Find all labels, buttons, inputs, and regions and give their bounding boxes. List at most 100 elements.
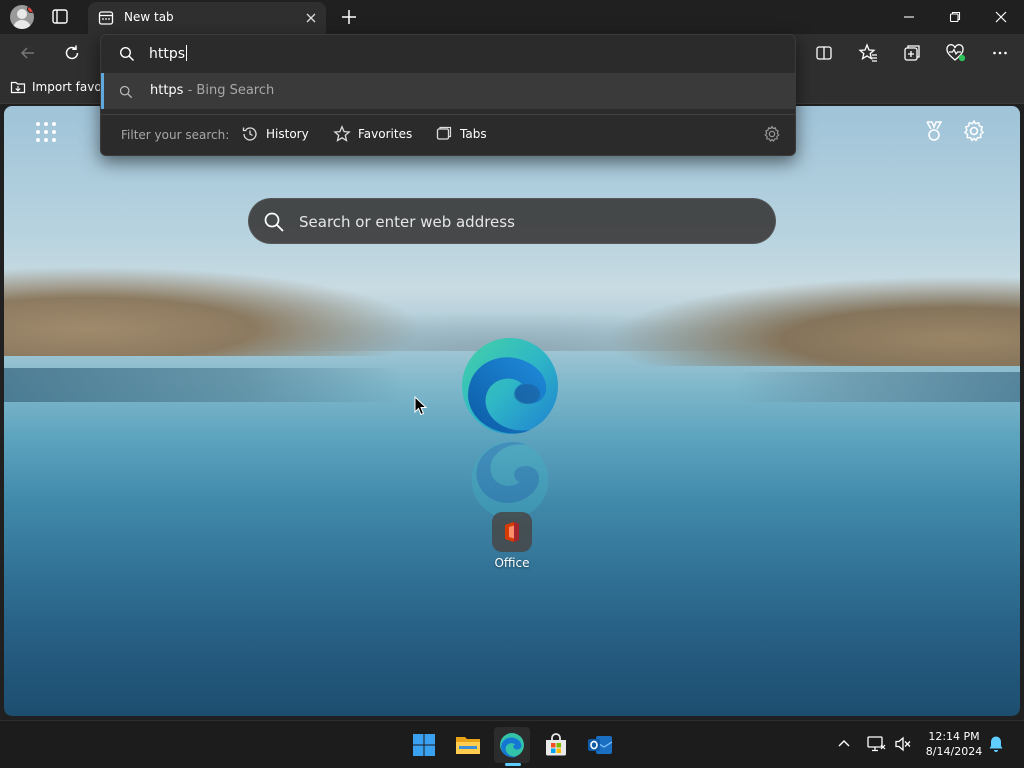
search-filter-row: Filter your search: History Favorites Ta… bbox=[101, 115, 795, 155]
background-hills-left bbox=[4, 266, 424, 356]
mouse-pointer-icon bbox=[414, 396, 428, 416]
notification-bell-icon bbox=[989, 736, 1003, 752]
close-tab-icon[interactable] bbox=[304, 10, 318, 29]
search-filter-settings-button[interactable] bbox=[763, 125, 781, 147]
network-status[interactable] bbox=[866, 735, 886, 757]
search-icon bbox=[119, 46, 135, 66]
restore-button[interactable] bbox=[932, 2, 978, 32]
new-tab-button[interactable] bbox=[338, 6, 360, 28]
filter-history[interactable]: History bbox=[241, 125, 309, 143]
edge-logo-reflection bbox=[471, 441, 549, 519]
favorites-button[interactable] bbox=[856, 42, 880, 64]
search-icon bbox=[119, 84, 133, 103]
settings-and-more-button[interactable] bbox=[988, 42, 1012, 64]
active-app-indicator bbox=[505, 763, 521, 766]
filter-tabs[interactable]: Tabs bbox=[435, 125, 487, 143]
browser-essentials-button[interactable] bbox=[944, 42, 968, 64]
tabs-icon bbox=[436, 126, 452, 140]
plus-icon bbox=[342, 10, 356, 24]
page-search-placeholder: Search or enter web address bbox=[299, 213, 515, 231]
collections-button[interactable] bbox=[900, 42, 924, 64]
suggestion-query: https bbox=[150, 83, 184, 98]
filter-favorites[interactable]: Favorites bbox=[333, 125, 412, 143]
filter-label: Filter your search: bbox=[121, 128, 230, 142]
page-search-box[interactable]: Search or enter web address bbox=[248, 198, 776, 244]
taskbar-file-explorer[interactable] bbox=[450, 727, 486, 763]
gear-icon bbox=[963, 119, 985, 142]
close-window-button[interactable] bbox=[978, 2, 1024, 32]
start-button[interactable] bbox=[406, 727, 442, 763]
back-button[interactable] bbox=[16, 42, 40, 64]
tab-new-tab[interactable]: New tab bbox=[88, 2, 326, 34]
volume-muted-icon bbox=[895, 736, 911, 752]
favorites-star-icon bbox=[858, 43, 877, 62]
clock-time: 12:14 PM bbox=[928, 730, 980, 743]
background-shore-right bbox=[734, 372, 1020, 402]
search-icon bbox=[263, 211, 285, 237]
notification-dot bbox=[27, 5, 34, 13]
office-icon bbox=[505, 522, 519, 542]
suggestion-suffix: - Bing Search bbox=[183, 83, 275, 98]
address-bar-text: https bbox=[149, 45, 188, 62]
clock-date: 8/14/2024 bbox=[925, 745, 983, 758]
address-bar-input[interactable]: https bbox=[101, 35, 797, 73]
notifications-button[interactable] bbox=[988, 735, 1004, 757]
import-favorites-button[interactable]: Import favor bbox=[10, 79, 107, 95]
chevron-up-icon bbox=[838, 740, 850, 747]
background-hills-right bbox=[604, 276, 1020, 366]
edge-icon bbox=[500, 733, 524, 758]
app-launcher-grid-icon bbox=[36, 122, 56, 142]
quick-link-office[interactable] bbox=[492, 512, 532, 552]
taskbar-edge[interactable] bbox=[494, 727, 530, 763]
taskbar: 12:14 PM 8/14/2024 bbox=[0, 720, 1024, 768]
import-favorites-label: Import favor bbox=[32, 80, 107, 94]
gear-icon bbox=[764, 125, 780, 142]
file-explorer-icon bbox=[456, 737, 480, 754]
network-monitor-icon bbox=[867, 736, 886, 752]
more-dots-icon bbox=[993, 51, 1007, 55]
close-icon bbox=[995, 11, 1007, 23]
edge-logo-icon bbox=[462, 338, 558, 434]
profile-avatar-icon[interactable] bbox=[10, 5, 34, 29]
rewards-trophy-icon bbox=[926, 121, 943, 141]
import-folder-icon bbox=[10, 81, 26, 94]
system-clock[interactable]: 12:14 PM 8/14/2024 bbox=[916, 729, 992, 759]
split-screen-icon bbox=[816, 46, 832, 60]
collections-icon bbox=[904, 45, 920, 61]
minimize-icon bbox=[904, 16, 914, 18]
outlook-icon bbox=[588, 736, 613, 754]
quick-link-office-label: Office bbox=[494, 556, 530, 570]
title-bar: New tab bbox=[0, 0, 1024, 34]
new-tab-page: Search or enter web address Office bbox=[4, 106, 1020, 716]
tab-actions-button[interactable] bbox=[48, 6, 72, 28]
filter-favorites-label: Favorites bbox=[358, 127, 413, 141]
tab-actions-icon bbox=[52, 9, 68, 24]
store-icon bbox=[546, 733, 566, 756]
restore-icon bbox=[949, 11, 961, 23]
history-clock-icon bbox=[242, 127, 257, 141]
taskbar-store[interactable] bbox=[538, 727, 574, 763]
taskbar-outlook[interactable] bbox=[582, 727, 618, 763]
volume-status[interactable] bbox=[894, 735, 912, 757]
page-settings-button[interactable] bbox=[962, 119, 986, 143]
start-icon bbox=[413, 734, 435, 756]
back-arrow-icon bbox=[20, 47, 34, 59]
suggestion-text: https - Bing Search bbox=[150, 83, 274, 98]
filter-history-label: History bbox=[266, 127, 309, 141]
app-launcher-button[interactable] bbox=[34, 120, 58, 144]
tab-title: New tab bbox=[124, 10, 174, 24]
minimize-button[interactable] bbox=[886, 2, 932, 32]
suggestion-bing-search[interactable]: https - Bing Search bbox=[101, 73, 795, 109]
refresh-icon bbox=[65, 45, 79, 60]
filter-tabs-label: Tabs bbox=[460, 127, 487, 141]
address-bar-dropdown: https https - Bing Search Filter your se… bbox=[100, 34, 796, 156]
split-screen-button[interactable] bbox=[812, 42, 836, 64]
screen: New tab Import favor Search or enter web… bbox=[0, 0, 1024, 768]
show-hidden-icons-button[interactable] bbox=[836, 735, 852, 755]
refresh-button[interactable] bbox=[60, 42, 84, 64]
browser-essentials-heart-icon bbox=[946, 44, 966, 62]
new-tab-page-icon bbox=[98, 10, 114, 30]
background-shore-left bbox=[4, 368, 404, 402]
star-icon bbox=[333, 125, 351, 142]
rewards-button[interactable] bbox=[922, 119, 946, 143]
